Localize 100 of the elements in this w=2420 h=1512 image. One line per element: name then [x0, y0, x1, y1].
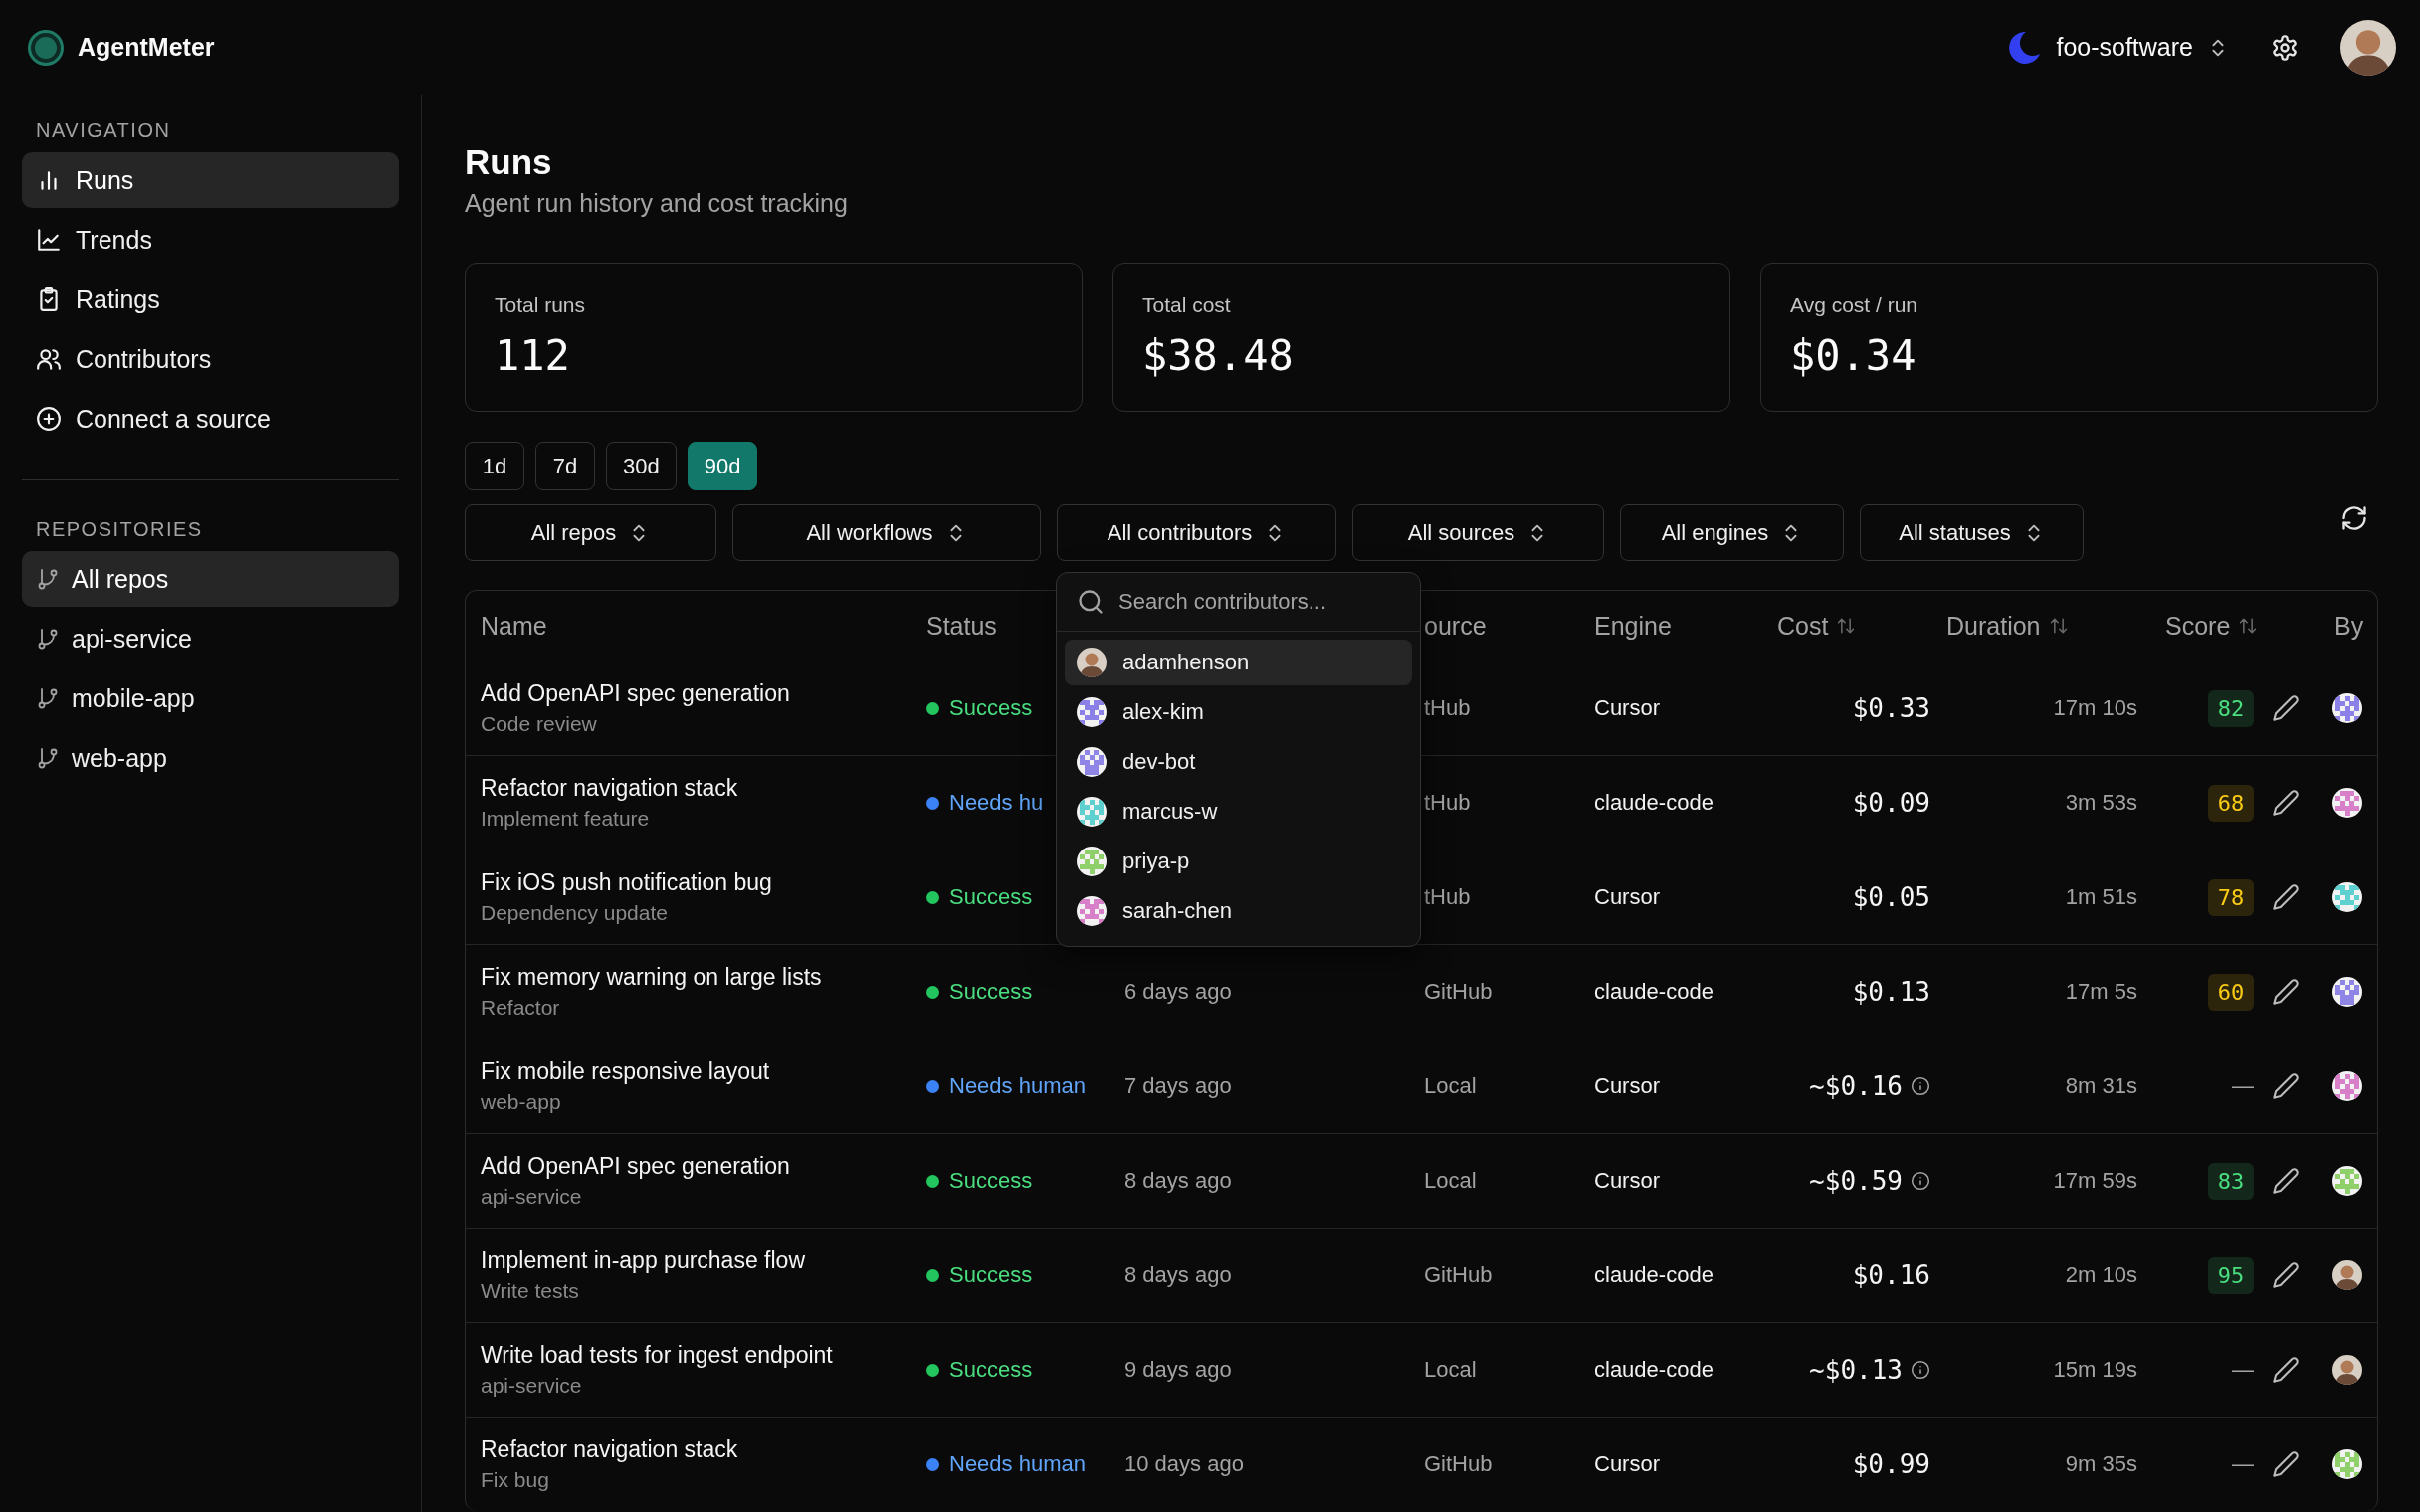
column-header[interactable]: Cost [1777, 611, 1829, 641]
stat-label: Total cost [1142, 293, 1231, 317]
score-value: 95 [2217, 1262, 2245, 1288]
app-name: AgentMeter [78, 33, 215, 62]
column-header[interactable]: Score [2165, 611, 2231, 641]
run-engine: Cursor [1594, 1073, 1660, 1099]
run-cost: ~$0.59 [1809, 1166, 1903, 1196]
plus-circle-icon [36, 406, 62, 432]
score-dash: — [2232, 1357, 2254, 1383]
run-date: 6 days ago [1124, 979, 1232, 1005]
range-tab[interactable]: 1d [465, 442, 524, 490]
contributor-option[interactable]: marcus-w [1065, 789, 1412, 835]
run-name: Write load tests for ingest endpoint [481, 1342, 833, 1369]
run-duration: 3m 53s [2065, 790, 2137, 816]
status-label: Success [949, 1357, 1033, 1383]
contributor-option[interactable]: alex-kim [1065, 689, 1412, 735]
column-header[interactable]: Name [481, 611, 547, 641]
run-workflow: Code review [481, 712, 597, 736]
status-label: Needs hu [949, 790, 1044, 816]
pencil-icon [2272, 1167, 2300, 1195]
run-date: 8 days ago [1124, 1262, 1232, 1288]
status-label: Needs human [949, 1073, 1086, 1099]
run-duration: 1m 51s [2065, 884, 2137, 910]
contributor-option[interactable]: dev-bot [1065, 739, 1412, 785]
stat-value: 112 [495, 331, 570, 380]
status-dot [926, 796, 939, 810]
column-header[interactable]: Engine [1594, 611, 1672, 641]
stat-label: Total runs [495, 293, 586, 317]
crescent-icon [2006, 29, 2043, 66]
filter-select[interactable]: All contributors [1057, 504, 1336, 561]
run-workflow: Implement feature [481, 807, 650, 831]
column-header[interactable]: Duration [1946, 611, 2041, 641]
sidebar-item[interactable]: All repos [22, 551, 399, 607]
run-duration: 17m 59s [2053, 1168, 2137, 1194]
edit-button[interactable] [2272, 1167, 2300, 1195]
avatar-icon [2332, 1355, 2362, 1385]
edit-button[interactable] [2272, 1450, 2300, 1478]
score-dash: — [2232, 1073, 2254, 1099]
edit-button[interactable] [2272, 978, 2300, 1006]
run-duration: 8m 31s [2065, 1073, 2137, 1099]
column-header[interactable]: By [2334, 611, 2364, 641]
range-tab[interactable]: 90d [687, 442, 758, 490]
run-duration: 15m 19s [2053, 1357, 2137, 1383]
run-source: GitHub [1424, 979, 1493, 1005]
run-duration: 2m 10s [2065, 1262, 2137, 1288]
status-dot [926, 1079, 939, 1093]
edit-button[interactable] [2272, 1072, 2300, 1100]
contributor-option[interactable]: sarah-chen [1065, 888, 1412, 934]
sidebar-item[interactable]: Trends [22, 212, 399, 268]
filter-select[interactable]: All engines [1620, 504, 1844, 561]
stat-value: $0.34 [1790, 331, 1916, 380]
range-tab[interactable]: 7d [535, 442, 595, 490]
pencil-icon [2272, 1261, 2300, 1289]
settings-button[interactable] [2271, 33, 2299, 62]
edit-button[interactable] [2272, 789, 2300, 817]
sidebar-item[interactable]: Contributors [22, 331, 399, 387]
run-engine: claude-code [1594, 790, 1714, 816]
sidebar-item[interactable]: api-service [22, 611, 399, 666]
contributor-option[interactable]: adamhenson [1065, 640, 1412, 685]
sidebar-item[interactable]: Connect a source [22, 391, 399, 447]
info-icon [1911, 1171, 1930, 1191]
stat-value: $38.48 [1142, 331, 1294, 380]
org-switcher[interactable]: foo-software [2006, 23, 2229, 72]
run-engine: Cursor [1594, 884, 1660, 910]
sidebar-item[interactable]: web-app [22, 730, 399, 786]
run-name: Fix iOS push notification bug [481, 869, 772, 896]
run-duration: 17m 5s [2065, 979, 2137, 1005]
edit-button[interactable] [2272, 1261, 2300, 1289]
run-name: Fix memory warning on large lists [481, 964, 822, 991]
column-header[interactable]: Status [926, 611, 997, 641]
edit-button[interactable] [2272, 694, 2300, 722]
filter-select[interactable]: All repos [465, 504, 716, 561]
filter-select[interactable]: All workflows [732, 504, 1041, 561]
page-title: Runs [465, 141, 553, 183]
edit-button[interactable] [2272, 1356, 2300, 1384]
sidebar-item[interactable]: Runs [22, 152, 399, 208]
stat-label: Avg cost / run [1790, 293, 1917, 317]
pencil-icon [2272, 1450, 2300, 1478]
run-name: Add OpenAPI spec generation [481, 680, 790, 707]
run-workflow: Fix bug [481, 1468, 549, 1492]
search-field[interactable]: Search contributors... [1118, 589, 1400, 615]
refresh-button[interactable] [2340, 503, 2368, 532]
run-workflow: Dependency update [481, 901, 668, 925]
sidebar-item[interactable]: Ratings [22, 272, 399, 327]
filter-select[interactable]: All sources [1352, 504, 1604, 561]
run-engine: claude-code [1594, 1262, 1714, 1288]
run-workflow: web-app [481, 1090, 561, 1114]
range-tab[interactable]: 30d [606, 442, 677, 490]
pencil-icon [2272, 978, 2300, 1006]
column-header[interactable]: ource [1424, 611, 1487, 641]
run-name: Refactor navigation stack [481, 775, 738, 802]
sidebar-item[interactable]: mobile-app [22, 670, 399, 726]
branch-icon [36, 567, 60, 591]
sort-icon [2048, 616, 2069, 636]
status-dot [926, 1457, 939, 1471]
status-label: Success [949, 1262, 1033, 1288]
contributor-option[interactable]: priya-p [1065, 839, 1412, 884]
edit-button[interactable] [2272, 883, 2300, 911]
run-duration: 9m 35s [2065, 1451, 2137, 1477]
filter-select[interactable]: All statuses [1860, 504, 2084, 561]
